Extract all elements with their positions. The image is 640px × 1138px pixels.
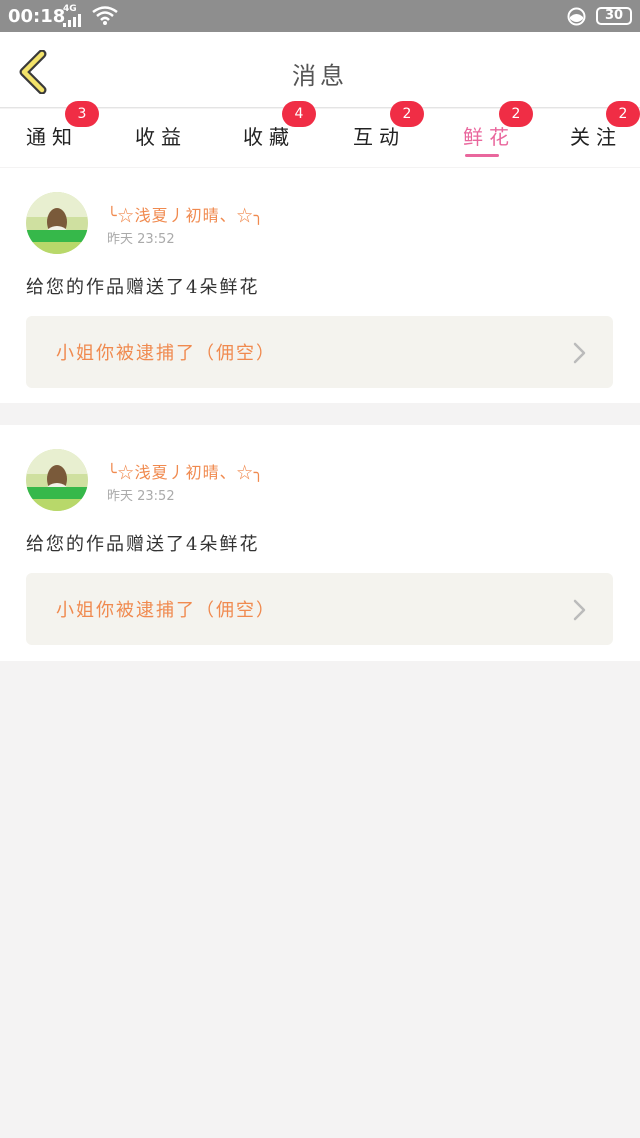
sender-name[interactable]: ╰☆浅夏丿初晴、☆╮ <box>107 459 264 483</box>
network-type: 4G <box>63 4 77 14</box>
tab-flowers[interactable]: 鲜花 2 <box>463 101 553 167</box>
battery-icon: 30 <box>596 7 632 25</box>
tab-badge: 4 <box>282 101 316 127</box>
signal-icon <box>63 14 81 27</box>
tab-earnings[interactable]: 收益 <box>135 109 225 167</box>
app-header: 消息 <box>0 32 640 108</box>
tab-label: 通知 <box>26 125 78 149</box>
status-time: 00:18 <box>8 6 66 27</box>
page-title: 消息 <box>292 62 348 90</box>
data-saver-icon <box>567 7 586 26</box>
message-time: 昨天 23:52 <box>107 232 175 247</box>
message-text: 给您的作品赠送了4朵鲜花 <box>26 277 260 298</box>
tab-favorites[interactable]: 收藏 4 <box>243 101 333 167</box>
tab-bar: 通知 3 收益 收藏 4 互动 2 鲜花 2 关注 2 <box>0 101 640 167</box>
tab-label: 收藏 <box>243 125 295 149</box>
work-link[interactable]: 小姐你被逮捕了（佣空） <box>26 573 613 645</box>
message-card: ╰☆浅夏丿初晴、☆╮ 昨天 23:52 给您的作品赠送了4朵鲜花 小姐你被逮捕了… <box>0 168 640 403</box>
tab-interactions[interactable]: 互动 2 <box>353 101 443 167</box>
avatar[interactable] <box>26 449 88 511</box>
tab-notifications[interactable]: 通知 3 <box>26 101 116 167</box>
message-card: ╰☆浅夏丿初晴、☆╮ 昨天 23:52 给您的作品赠送了4朵鲜花 小姐你被逮捕了… <box>0 425 640 661</box>
battery-level: 30 <box>604 8 624 23</box>
tab-follows[interactable]: 关注 2 <box>570 101 640 167</box>
wifi-icon <box>92 6 118 25</box>
tab-badge: 3 <box>65 101 99 127</box>
message-text: 给您的作品赠送了4朵鲜花 <box>26 534 260 555</box>
active-tab-indicator <box>465 154 499 157</box>
tab-badge: 2 <box>390 101 424 127</box>
avatar[interactable] <box>26 192 88 254</box>
tab-label: 收益 <box>135 125 187 149</box>
chevron-right-icon <box>573 599 586 621</box>
work-link[interactable]: 小姐你被逮捕了（佣空） <box>26 316 613 388</box>
message-time: 昨天 23:52 <box>107 489 175 504</box>
tab-badge: 2 <box>606 101 640 127</box>
status-bar: 00:18 4G 30 <box>0 0 640 32</box>
chevron-right-icon <box>573 342 586 364</box>
tab-badge: 2 <box>499 101 533 127</box>
sender-name[interactable]: ╰☆浅夏丿初晴、☆╮ <box>107 202 264 226</box>
work-title: 小姐你被逮捕了（佣空） <box>56 600 276 621</box>
work-title: 小姐你被逮捕了（佣空） <box>56 343 276 364</box>
